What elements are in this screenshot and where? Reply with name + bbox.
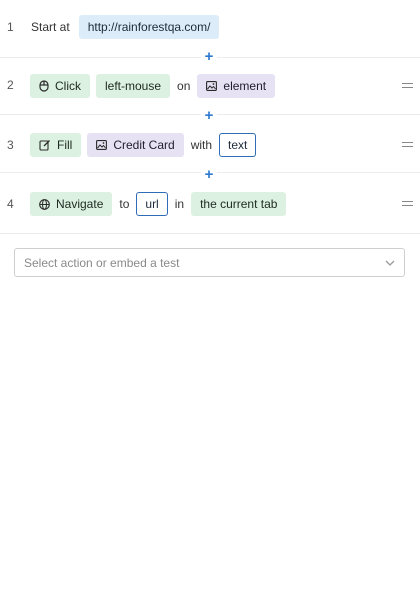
chevron-down-icon <box>384 257 396 269</box>
element-label: Credit Card <box>113 138 175 152</box>
step-number: 4 <box>7 197 14 211</box>
mouse-button-pill[interactable]: left-mouse <box>96 74 171 98</box>
step-number: 3 <box>7 138 14 152</box>
drag-handle-icon[interactable] <box>402 83 413 88</box>
action-select-placeholder: Select action or embed a test <box>24 255 180 270</box>
connector-in: in <box>174 197 185 211</box>
step-number: 1 <box>7 20 14 34</box>
step-number: 2 <box>7 78 14 92</box>
connector-with: with <box>190 138 213 152</box>
action-label: Navigate <box>56 197 104 211</box>
drag-handle-icon[interactable] <box>402 201 413 206</box>
start-at-label: Start at <box>31 20 70 34</box>
add-step-button[interactable]: + <box>201 166 217 182</box>
element-target-pill[interactable]: element <box>197 74 276 98</box>
add-step-button[interactable]: + <box>201 48 217 64</box>
add-step-button[interactable]: + <box>201 107 217 123</box>
step-row-4: 4 Navigate to url in the current tab <box>0 174 420 234</box>
image-icon <box>206 81 218 91</box>
image-icon <box>96 140 108 150</box>
action-select-dropdown[interactable]: Select action or embed a test <box>14 248 405 277</box>
tab-target-pill[interactable]: the current tab <box>191 192 287 216</box>
globe-icon <box>39 198 50 210</box>
edit-icon <box>39 139 51 151</box>
step-row-3: 3 Fill Credit Card with text <box>0 115 420 173</box>
action-label: Fill <box>57 138 73 152</box>
start-url-pill[interactable]: http://rainforestqa.com/ <box>78 15 220 39</box>
element-target-pill[interactable]: Credit Card <box>87 133 184 157</box>
text-param-pill[interactable]: text <box>219 133 257 157</box>
action-pill-navigate[interactable]: Navigate <box>30 192 113 216</box>
url-param-pill[interactable]: url <box>136 192 168 216</box>
action-label: Click <box>55 79 81 93</box>
drag-handle-icon[interactable] <box>402 142 413 147</box>
action-pill-fill[interactable]: Fill <box>30 133 82 157</box>
connector-on: on <box>177 79 191 93</box>
element-label: element <box>223 79 267 93</box>
connector-to: to <box>119 197 130 211</box>
action-pill-click[interactable]: Click <box>30 74 90 98</box>
mouse-icon <box>39 80 49 92</box>
